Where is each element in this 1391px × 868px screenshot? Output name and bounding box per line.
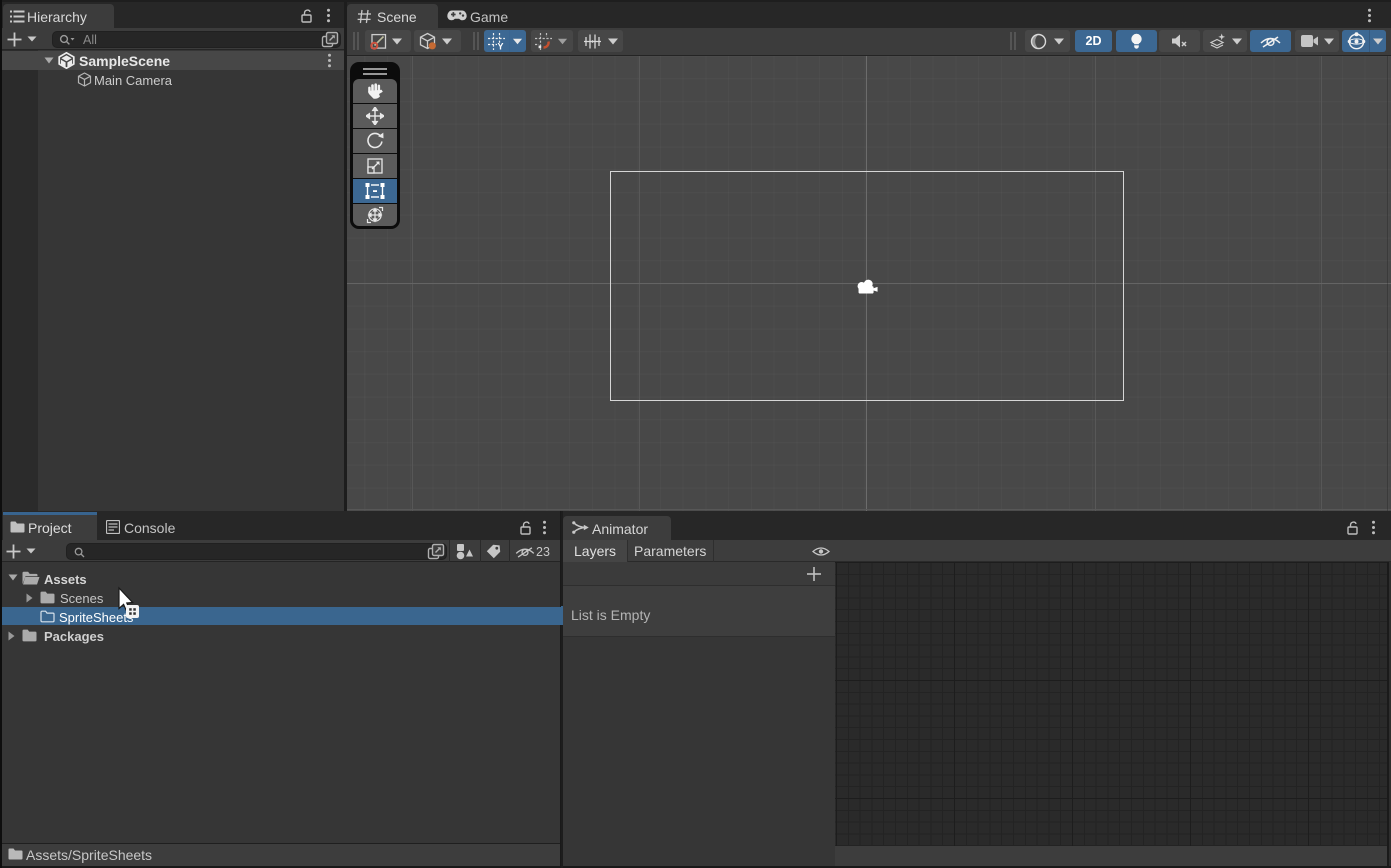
svg-text:Y: Y — [498, 42, 504, 50]
